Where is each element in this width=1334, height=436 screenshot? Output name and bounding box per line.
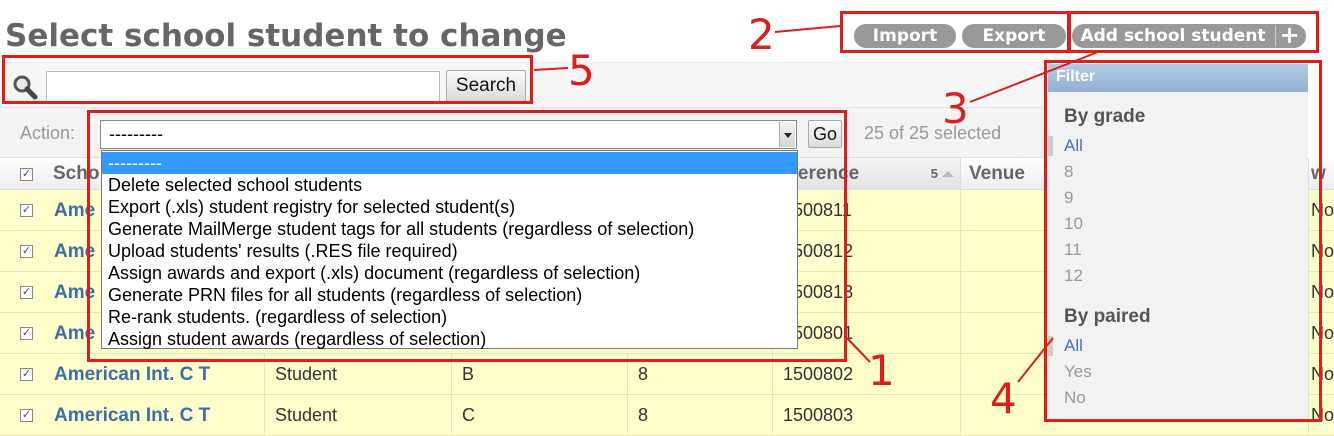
annotation-label-5: 5 <box>568 46 595 95</box>
venue-cell <box>960 272 1044 313</box>
venue-cell <box>960 190 1044 231</box>
class-cell: C <box>451 395 627 436</box>
selected-count: 25 of 25 selected <box>864 123 1002 143</box>
row-checkbox[interactable]: ✓ <box>20 409 33 422</box>
annotation-label-4: 4 <box>990 374 1017 423</box>
annotation-box-1 <box>87 110 847 362</box>
column-header-venue[interactable]: Venue <box>960 158 1044 190</box>
row-checkbox[interactable]: ✓ <box>20 245 33 258</box>
action-label: Action: <box>20 123 76 143</box>
venue-cell <box>960 313 1044 354</box>
annotation-label-3: 3 <box>942 84 969 133</box>
row-checkbox[interactable]: ✓ <box>20 368 33 381</box>
type-cell: Student <box>264 395 451 436</box>
sort-priority: 5 <box>930 166 938 181</box>
annotation-box-3 <box>1068 11 1319 53</box>
annotation-box-2 <box>840 11 1070 53</box>
row-checkbox[interactable]: ✓ <box>20 327 33 340</box>
row-checkbox[interactable]: ✓ <box>20 204 33 217</box>
annotation-label-2: 2 <box>748 10 775 59</box>
grade-cell: 8 <box>627 395 772 436</box>
annotation-box-5 <box>2 55 533 104</box>
annotation-label-1: 1 <box>868 346 895 395</box>
select-all-checkbox[interactable]: ✓ <box>20 168 33 181</box>
page-title: Select school student to change <box>5 18 567 54</box>
student-link[interactable]: American Int. C T <box>54 395 264 436</box>
row-checkbox[interactable]: ✓ <box>20 286 33 299</box>
venue-cell <box>960 231 1044 272</box>
annotation-box-4 <box>1044 60 1322 422</box>
reference-cell: 1500803 <box>772 395 960 436</box>
sort-ascending-icon[interactable] <box>942 171 954 177</box>
